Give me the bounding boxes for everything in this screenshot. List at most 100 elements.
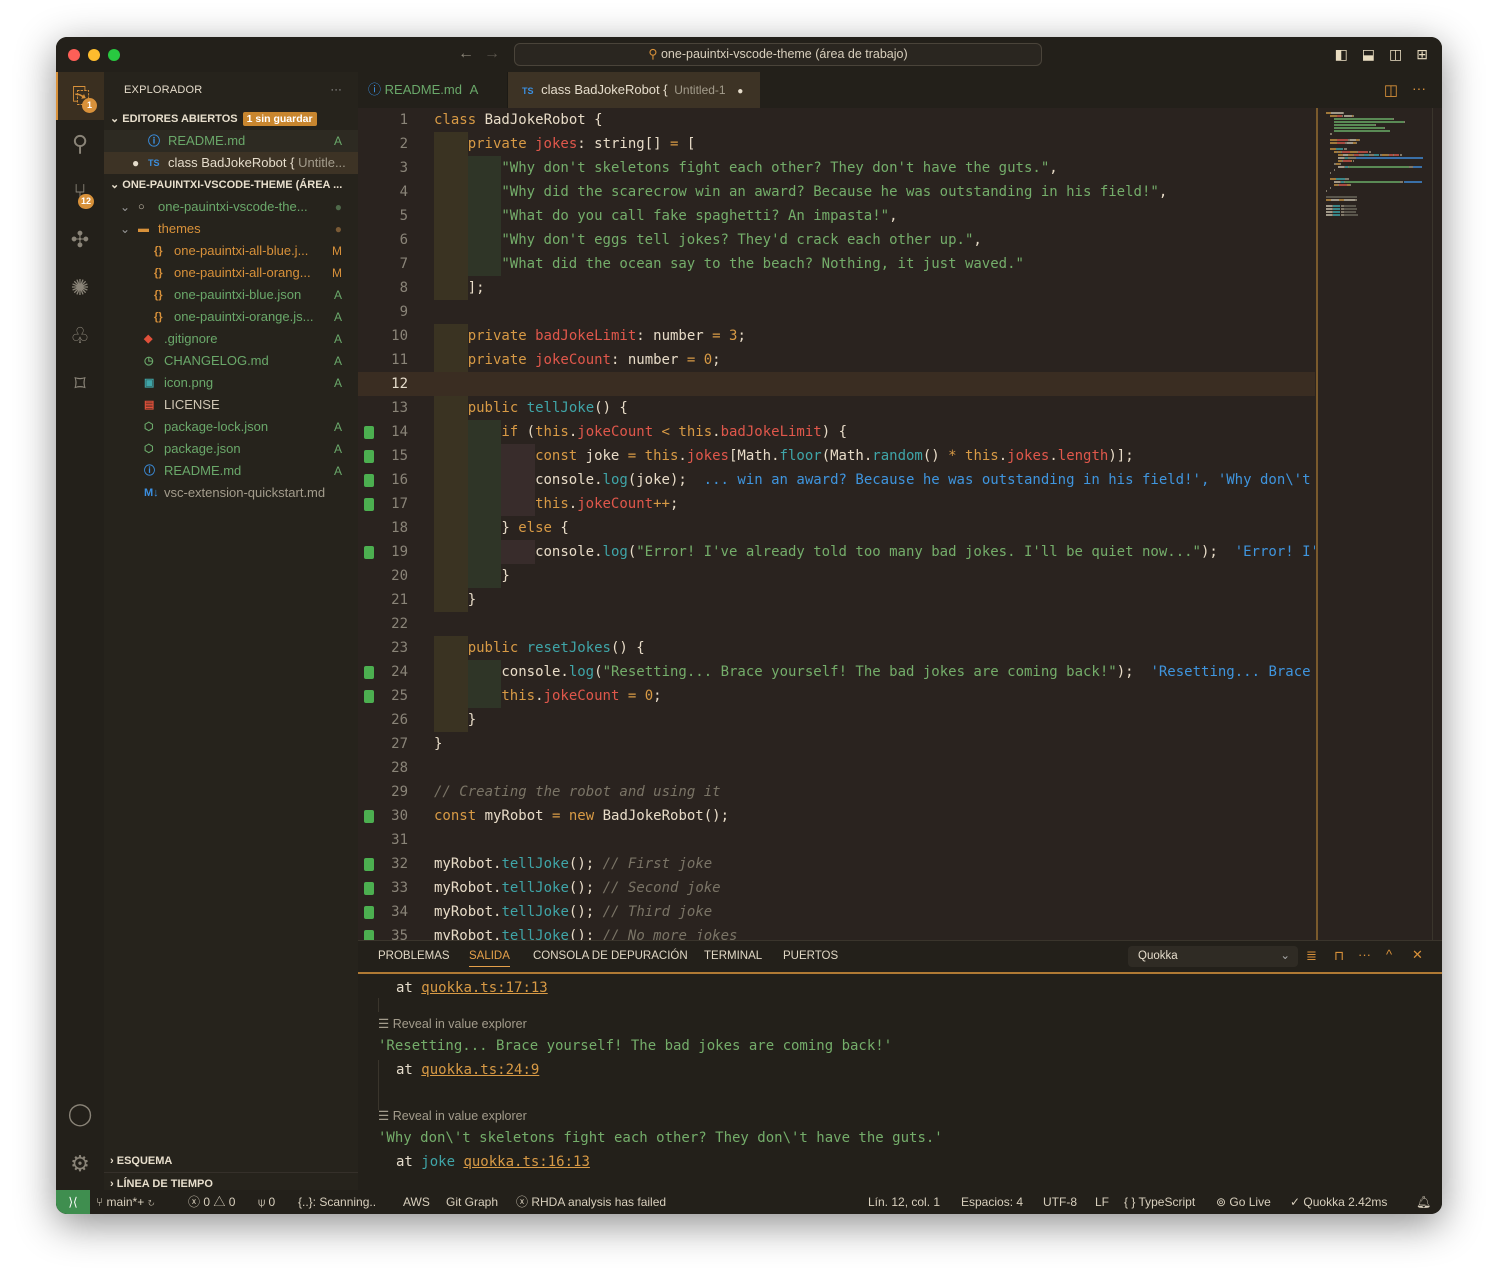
code-line[interactable]: 3 "Why don't skeletons fight each other? …: [358, 156, 1315, 180]
encoding[interactable]: UTF-8: [1043, 1190, 1077, 1214]
panel-tab-terminal[interactable]: TERMINAL: [704, 950, 762, 962]
code-line[interactable]: 9: [358, 300, 1315, 324]
rhda-item[interactable]: ⓧ RHDA analysis has failed: [516, 1190, 666, 1214]
code-line[interactable]: 29 // Creating the robot and using it: [358, 780, 1315, 804]
extensions-icon[interactable]: ✣: [56, 216, 104, 264]
reveal-link[interactable]: Reveal in value explorer: [393, 1017, 527, 1031]
toggle-sidebar-icon[interactable]: ◧: [1335, 46, 1348, 63]
cursor-position[interactable]: Lín. 12, col. 1: [868, 1190, 940, 1214]
notifications-bell-icon[interactable]: 🔔︎: [1416, 1190, 1431, 1214]
code-line[interactable]: 2 private jokes: string[] = [: [358, 132, 1315, 156]
code-line[interactable]: 24 console.log("Resetting... Brace yourse…: [358, 660, 1315, 684]
indentation[interactable]: Espacios: 4: [961, 1190, 1023, 1214]
more-actions-icon[interactable]: ···: [1412, 80, 1426, 96]
settings-gear-icon[interactable]: ⚙: [56, 1140, 104, 1188]
open-editors-header[interactable]: ⌄ EDITORES ABIERTOS 1 sin guardar: [104, 108, 358, 130]
bookmark-icon[interactable]: ⌑: [56, 360, 104, 408]
tree-item[interactable]: ▣ icon.png A: [104, 372, 358, 394]
source-link[interactable]: quokka.ts:17:13: [421, 980, 547, 996]
account-icon[interactable]: ◯: [56, 1090, 104, 1138]
workspace-header[interactable]: ⌄ ONE-PAUINTXI-VSCODE-THEME (ÁREA ...: [104, 174, 358, 196]
go-live-item[interactable]: ⊚ Go Live: [1216, 1190, 1271, 1214]
code-line[interactable]: 16 console.log(joke); ... win an award? B…: [358, 468, 1315, 492]
customize-layout-icon[interactable]: ⊞: [1416, 46, 1428, 63]
tree-item[interactable]: ⌄ ▬ themes ●: [104, 218, 358, 240]
panel-tab-problemas[interactable]: PROBLEMAS: [378, 950, 450, 962]
lock-scroll-icon[interactable]: ⊓: [1334, 948, 1344, 964]
more-actions-icon[interactable]: ···: [330, 72, 342, 108]
code-line[interactable]: 35 myRobot.tellJoke(); // No more jokes: [358, 924, 1315, 940]
code-line[interactable]: 30 const myRobot = new BadJokeRobot();: [358, 804, 1315, 828]
scanning-status[interactable]: {..}: Scanning..: [298, 1190, 376, 1214]
close-window-button[interactable]: [68, 49, 80, 61]
tree-item[interactable]: {} one-pauintxi-all-orang... M: [104, 262, 358, 284]
tree-item[interactable]: ▤ LICENSE: [104, 394, 358, 416]
close-panel-icon[interactable]: ✕: [1412, 947, 1423, 963]
tree-item[interactable]: {} one-pauintxi-blue.json A: [104, 284, 358, 306]
tree-item[interactable]: ◷ CHANGELOG.md A: [104, 350, 358, 372]
tree-item[interactable]: M↓ vsc-extension-quickstart.md: [104, 482, 358, 504]
problems-item[interactable]: ⓧ 0 △ 0: [188, 1190, 235, 1214]
reveal-link[interactable]: Reveal in value explorer: [393, 1109, 527, 1123]
tree-item[interactable]: ⌄ ○ one-pauintxi-vscode-the... ●: [104, 196, 358, 218]
output-view[interactable]: at quokka.ts:17:13 ☰ Reveal in value exp…: [358, 976, 1442, 1191]
testing-icon[interactable]: ♧: [56, 312, 104, 360]
code-line[interactable]: 7 "What did the ocean say to the beach? N…: [358, 252, 1315, 276]
dirty-dot-icon[interactable]: ●: [737, 86, 743, 97]
code-line[interactable]: 23 public resetJokes() {: [358, 636, 1315, 660]
code-line[interactable]: 6 "Why don't eggs tell jokes? They'd crac…: [358, 228, 1315, 252]
code-line[interactable]: 11 private jokeCount: number = 0;: [358, 348, 1315, 372]
clear-output-icon[interactable]: ≣: [1306, 948, 1317, 964]
code-line[interactable]: 34 myRobot.tellJoke(); // Third joke: [358, 900, 1315, 924]
panel-tab-puertos[interactable]: PUERTOS: [783, 950, 838, 962]
open-editor-readme[interactable]: ⓘ README.md A: [104, 130, 358, 152]
code-line[interactable]: 19 console.log("Error! I've already told …: [358, 540, 1315, 564]
debug-icon[interactable]: ✺: [56, 264, 104, 312]
code-line[interactable]: 33 myRobot.tellJoke(); // Second joke: [358, 876, 1315, 900]
tree-item[interactable]: ⬡ package.json A: [104, 438, 358, 460]
code-line[interactable]: 10 private badJokeLimit: number = 3;: [358, 324, 1315, 348]
code-line[interactable]: 14 if (this.jokeCount < this.badJokeLimit…: [358, 420, 1315, 444]
code-line[interactable]: 20}: [358, 564, 1315, 588]
code-line[interactable]: 25 this.jokeCount = 0;: [358, 684, 1315, 708]
tab-readme[interactable]: ⓘ README.md A: [358, 72, 508, 108]
source-control-icon[interactable]: ⑂ 12: [56, 168, 104, 216]
minimap[interactable]: [1316, 108, 1432, 940]
ports-item[interactable]: ⍦ 0: [258, 1190, 275, 1214]
search-view-icon[interactable]: ⚲: [56, 120, 104, 168]
editor-scrollbar[interactable]: [1432, 108, 1442, 940]
split-editor-icon[interactable]: ◫: [1384, 81, 1398, 99]
toggle-panel-icon[interactable]: ⬓: [1362, 46, 1375, 63]
code-line[interactable]: 1 class BadJokeRobot {: [358, 108, 1315, 132]
tree-item[interactable]: {} one-pauintxi-all-blue.j... M: [104, 240, 358, 262]
code-line[interactable]: 22: [358, 612, 1315, 636]
quokka-item[interactable]: ✓ Quokka 2.42ms: [1290, 1190, 1387, 1214]
code-line[interactable]: 28: [358, 756, 1315, 780]
line-ending[interactable]: LF: [1095, 1190, 1109, 1214]
toggle-secondary-sidebar-icon[interactable]: ◫: [1389, 46, 1402, 63]
code-line[interactable]: 26}: [358, 708, 1315, 732]
aws-item[interactable]: AWS: [403, 1190, 430, 1214]
maximize-window-button[interactable]: [108, 49, 120, 61]
code-line[interactable]: 21}: [358, 588, 1315, 612]
panel-tab-consola-de-depuraci-n[interactable]: CONSOLA DE DEPURACIÓN: [533, 950, 688, 962]
remote-indicator-icon[interactable]: ⟩⟨: [56, 1190, 90, 1214]
code-line[interactable]: 18} else {: [358, 516, 1315, 540]
tree-item[interactable]: ⓘ README.md A: [104, 460, 358, 482]
tree-item[interactable]: ◆ .gitignore A: [104, 328, 358, 350]
back-arrow-icon[interactable]: ←: [458, 45, 474, 63]
panel-tab-salida[interactable]: SALIDA: [469, 950, 510, 967]
source-link[interactable]: quokka.ts:24:9: [421, 1062, 539, 1078]
explorer-icon[interactable]: ⎘ 1: [56, 72, 104, 120]
source-link[interactable]: quokka.ts:16:13: [463, 1154, 589, 1170]
maximize-panel-icon[interactable]: ^: [1386, 947, 1392, 962]
more-actions-icon[interactable]: ···: [1358, 947, 1371, 962]
code-line[interactable]: 5 "What do you call fake spaghetti? An im…: [358, 204, 1315, 228]
open-editor-untitled[interactable]: ● TS class BadJokeRobot { Untitle...: [104, 152, 358, 174]
branch-item[interactable]: ⑂ main*+ ↻: [96, 1190, 155, 1214]
outline-header[interactable]: › ESQUEMA: [104, 1150, 358, 1172]
tree-item[interactable]: {} one-pauintxi-orange.js... A: [104, 306, 358, 328]
code-line[interactable]: 12: [358, 372, 1315, 396]
git-graph-item[interactable]: Git Graph: [446, 1190, 498, 1214]
code-line[interactable]: 13 public tellJoke() {: [358, 396, 1315, 420]
